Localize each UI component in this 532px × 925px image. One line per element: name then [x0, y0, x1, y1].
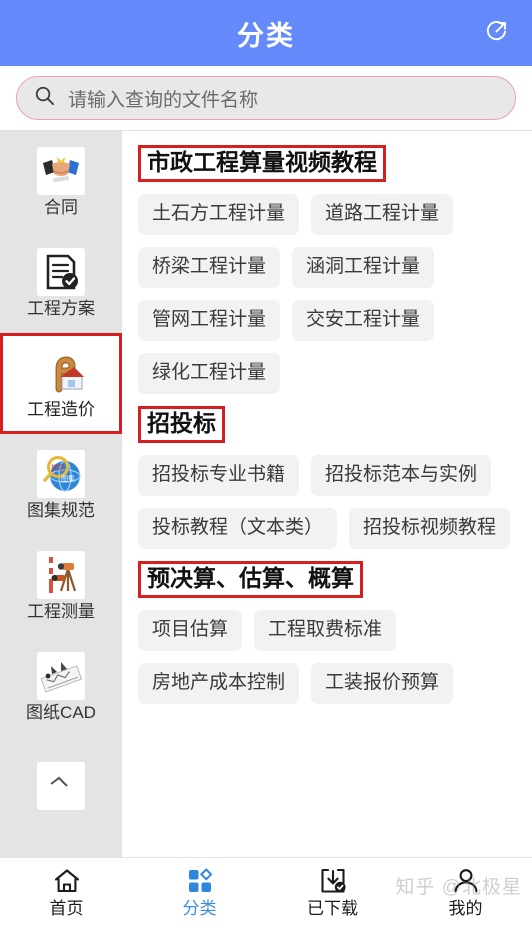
grid-category-icon	[185, 866, 215, 896]
search-icon	[33, 84, 56, 112]
tab-home[interactable]: 首页	[0, 866, 133, 917]
body-area: 合同 工程方案 工程造价 规范 图集 图集规范 工程测量 图纸CAD 市政工程算…	[0, 130, 532, 857]
page-header: 分类	[0, 0, 532, 66]
partial-item-icon	[37, 761, 85, 810]
category-chip[interactable]: 项目估算	[138, 609, 243, 651]
magnifier-globe-icon: 规范 图集	[37, 450, 85, 498]
category-chip[interactable]: 桥梁工程计量	[138, 247, 281, 288]
category-chip[interactable]: 工装报价预算	[311, 662, 454, 704]
section-title: 招投标	[138, 405, 225, 443]
home-icon	[52, 866, 82, 896]
category-chip[interactable]: 工程取费标准	[254, 609, 397, 651]
sidebar-item-label: 工程造价	[27, 400, 95, 419]
category-chip[interactable]: 涵洞工程计量	[292, 247, 435, 288]
page-title: 分类	[237, 20, 295, 51]
category-content: 市政工程算量视频教程 土石方工程计量 道路工程计量 桥梁工程计量 涵洞工程计量 …	[122, 131, 532, 857]
download-check-icon	[318, 866, 348, 896]
category-chip[interactable]: 绿化工程计量	[138, 352, 281, 394]
sidebar-item-label: 合同	[44, 198, 78, 217]
sidebar-item-blueprint-cad[interactable]: 图纸CAD	[0, 636, 122, 737]
section-title: 预决算、估算、概算	[138, 560, 363, 598]
svg-text:图集: 图集	[61, 474, 75, 483]
share-button[interactable]	[476, 12, 518, 54]
survey-tripod-icon	[37, 551, 85, 599]
handshake-icon	[37, 147, 85, 195]
section-bidding: 招投标 招投标专业书籍 招投标范本与实例 投标教程（文本类） 招投标视频教程	[138, 405, 532, 549]
sidebar-item-atlas-standard[interactable]: 规范 图集 图集规范	[0, 434, 122, 535]
document-check-icon	[37, 248, 85, 296]
search-bar: 请输入查询的文件名称	[0, 66, 532, 130]
category-chip[interactable]: 道路工程计量	[311, 194, 454, 236]
category-chip[interactable]: 管网工程计量	[138, 299, 281, 341]
tab-label: 分类	[182, 899, 217, 918]
category-chip[interactable]: 投标教程（文本类）	[138, 507, 338, 549]
category-chip[interactable]: 交安工程计量	[292, 299, 435, 341]
tab-label: 已下载	[307, 899, 358, 918]
section-title: 市政工程算量视频教程	[138, 145, 386, 183]
sidebar-item-partial[interactable]	[0, 737, 122, 838]
chip-row: 土石方工程计量 道路工程计量 桥梁工程计量 涵洞工程计量 管网工程计量 交安工程…	[138, 194, 532, 394]
category-chip[interactable]: 招投标范本与实例	[311, 454, 492, 496]
sidebar-item-label: 工程测量	[27, 602, 95, 621]
category-chip[interactable]: 招投标视频教程	[349, 507, 511, 549]
category-chip[interactable]: 土石方工程计量	[138, 194, 300, 236]
app-root: 分类 请输入查询的文件名称 合同 工程方案 工程造价 规范 图集 图集规范 工程…	[0, 0, 532, 925]
user-profile-icon	[451, 866, 481, 896]
category-chip[interactable]: 招投标专业书籍	[138, 454, 300, 496]
search-box[interactable]: 请输入查询的文件名称	[16, 76, 516, 120]
sidebar-item-engineering-cost[interactable]: 工程造价	[0, 333, 122, 434]
tab-profile[interactable]: 我的	[399, 866, 532, 917]
category-chip[interactable]: 房地产成本控制	[138, 662, 300, 704]
tab-label: 我的	[448, 899, 483, 918]
sidebar-item-contract[interactable]: 合同	[0, 131, 122, 232]
sidebar-item-engineering-plan[interactable]: 工程方案	[0, 232, 122, 333]
svg-text:规范: 规范	[51, 463, 65, 472]
search-input[interactable]: 请输入查询的文件名称	[68, 85, 258, 112]
category-sidebar[interactable]: 合同 工程方案 工程造价 规范 图集 图集规范 工程测量 图纸CAD	[0, 131, 122, 857]
bottom-tabbar: 首页 分类 已下载 我的	[0, 857, 532, 925]
sidebar-item-label: 图集规范	[27, 501, 95, 520]
section-budget-estimate: 预决算、估算、概算 项目估算 工程取费标准 房地产成本控制 工装报价预算	[138, 560, 532, 704]
sidebar-item-engineering-survey[interactable]: 工程测量	[0, 535, 122, 636]
tab-downloaded[interactable]: 已下载	[266, 866, 399, 917]
sidebar-item-label: 图纸CAD	[26, 703, 96, 722]
tab-label: 首页	[49, 899, 84, 918]
tab-category[interactable]: 分类	[133, 866, 266, 917]
blueprint-icon	[37, 652, 85, 700]
sidebar-item-label: 工程方案	[27, 299, 95, 318]
house-cost-icon	[37, 349, 85, 397]
share-circle-icon	[482, 16, 512, 51]
section-municipal-video: 市政工程算量视频教程 土石方工程计量 道路工程计量 桥梁工程计量 涵洞工程计量 …	[138, 145, 532, 394]
chip-row: 招投标专业书籍 招投标范本与实例 投标教程（文本类） 招投标视频教程	[138, 454, 532, 549]
chip-row: 项目估算 工程取费标准 房地产成本控制 工装报价预算	[138, 609, 532, 704]
